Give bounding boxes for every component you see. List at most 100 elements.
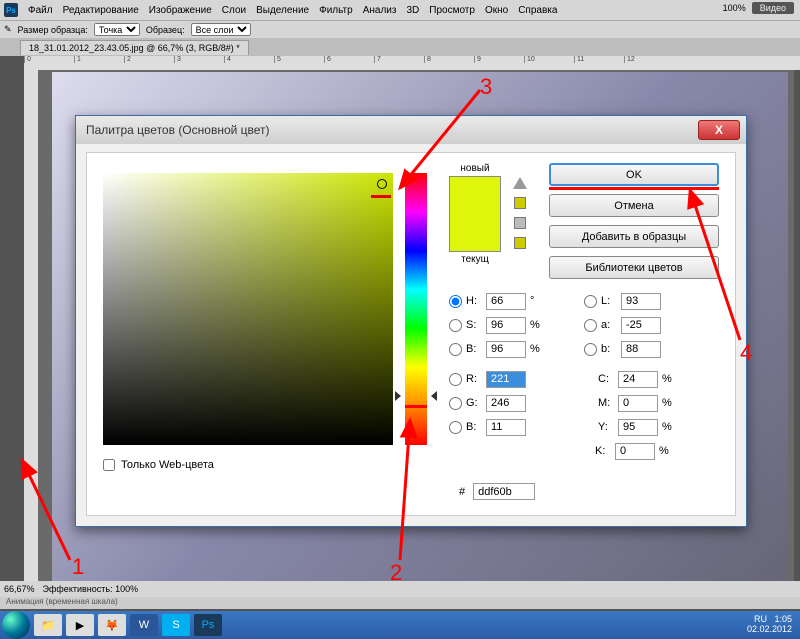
b-label: B: — [466, 343, 486, 355]
hex-label: # — [459, 486, 465, 498]
b-rgb-input[interactable] — [486, 419, 526, 436]
new-color-label: новый — [449, 163, 501, 174]
k-label: K: — [595, 445, 615, 457]
eyedropper-icon: ✎ — [4, 24, 12, 35]
taskbar-skype-icon[interactable]: S — [162, 614, 190, 636]
y-input[interactable] — [618, 419, 658, 436]
photoshop-window: Ps Файл Редактирование Изображение Слои … — [0, 0, 800, 639]
start-button[interactable] — [2, 611, 30, 639]
saturation-value-canvas[interactable] — [103, 173, 393, 445]
menu-3d[interactable]: 3D — [406, 5, 419, 16]
gamut-warning-icon[interactable] — [513, 177, 527, 189]
sv-cursor-icon — [377, 179, 387, 189]
hue-cursor-icon — [399, 391, 433, 401]
h-radio[interactable] — [449, 295, 462, 308]
menu-image[interactable]: Изображение — [149, 5, 212, 16]
color-libraries-button[interactable]: Библиотеки цветов — [549, 256, 719, 279]
opt-size-select[interactable]: Точка — [94, 23, 140, 36]
l-radio[interactable] — [584, 295, 597, 308]
taskbar-word-icon[interactable]: W — [130, 614, 158, 636]
annotation-mark — [405, 405, 427, 408]
s-input[interactable] — [486, 317, 526, 334]
taskbar-photoshop-icon[interactable]: Ps — [194, 614, 222, 636]
l-input[interactable] — [621, 293, 661, 310]
opt-sample-select[interactable]: Все слои — [191, 23, 251, 36]
zoom-value[interactable]: 100% — [723, 3, 746, 13]
dialog-close-button[interactable]: X — [698, 120, 740, 140]
hex-row: # — [459, 483, 535, 500]
menu-analysis[interactable]: Анализ — [363, 5, 397, 16]
ok-button[interactable]: OK — [549, 163, 719, 186]
tray-lang[interactable]: RU — [754, 614, 767, 624]
r-input[interactable] — [486, 371, 526, 388]
h-label: H: — [466, 295, 486, 307]
b-rgb-label: B: — [466, 421, 486, 433]
menu-filter[interactable]: Фильтр — [319, 5, 353, 16]
system-tray[interactable]: RU 1:05 02.02.2012 — [747, 615, 800, 635]
annotation-1: 1 — [72, 554, 84, 580]
menu-view[interactable]: Просмотр — [429, 5, 475, 16]
ruler-vertical — [24, 70, 38, 609]
lab-b-label: b: — [601, 343, 621, 355]
a-label: a: — [601, 319, 621, 331]
k-input[interactable] — [615, 443, 655, 460]
menu-file[interactable]: Файл — [28, 5, 53, 16]
cancel-button[interactable]: Отмена — [549, 194, 719, 217]
r-radio[interactable] — [449, 373, 462, 386]
a-input[interactable] — [621, 317, 661, 334]
web-colors-checkbox[interactable] — [103, 459, 115, 471]
lab-b-radio[interactable] — [584, 343, 597, 356]
lab-b-input[interactable] — [621, 341, 661, 358]
color-value-fields: H: ° L: S: % a: B: % b: R: C:% — [449, 289, 676, 463]
s-label: S: — [466, 319, 486, 331]
g-label: G: — [466, 397, 486, 409]
document-tab[interactable]: 18_31.01.2012_23.43.05.jpg @ 66,7% (3, R… — [20, 40, 249, 55]
options-bar: ✎ Размер образца: Точка Образец: Все сло… — [0, 20, 800, 38]
app-icon: Ps — [4, 3, 18, 17]
websafe-warning-icon[interactable] — [514, 217, 526, 229]
status-efficiency: Эффективность: 100% — [43, 584, 139, 594]
annotation-4: 4 — [740, 340, 752, 366]
web-colors-label: Только Web-цвета — [121, 459, 214, 471]
taskbar-explorer-icon[interactable]: 📁 — [34, 614, 62, 636]
menu-edit[interactable]: Редактирование — [63, 5, 139, 16]
taskbar-wmp-icon[interactable]: ▶ — [66, 614, 94, 636]
dialog-title: Палитра цветов (Основной цвет) — [76, 116, 746, 144]
b-radio[interactable] — [449, 343, 462, 356]
websafe-swatch[interactable] — [514, 237, 526, 249]
b-input[interactable] — [486, 341, 526, 358]
workspace-video[interactable]: Видео — [752, 2, 794, 14]
dialog-body: Только Web-цвета новый текущ OK Отмена Д… — [86, 152, 736, 516]
taskbar-firefox-icon[interactable]: 🦊 — [98, 614, 126, 636]
y-label: Y: — [598, 421, 618, 433]
b-rgb-radio[interactable] — [449, 421, 462, 434]
document-tabs: 18_31.01.2012_23.43.05.jpg @ 66,7% (3, R… — [0, 38, 800, 56]
ruler-horizontal: 0123456789101112 — [24, 56, 800, 70]
color-preview: новый текущ — [449, 163, 501, 265]
tray-time: 1:05 — [774, 614, 792, 624]
c-input[interactable] — [618, 371, 658, 388]
s-radio[interactable] — [449, 319, 462, 332]
m-input[interactable] — [618, 395, 658, 412]
g-input[interactable] — [486, 395, 526, 412]
animation-panel-tab[interactable]: Анимация (временная шкала) — [0, 597, 800, 609]
h-input[interactable] — [486, 293, 526, 310]
l-label: L: — [601, 295, 621, 307]
r-label: R: — [466, 373, 486, 385]
menu-bar: Ps Файл Редактирование Изображение Слои … — [0, 0, 800, 20]
c-label: C: — [598, 373, 618, 385]
menu-layers[interactable]: Слои — [222, 5, 246, 16]
hex-input[interactable] — [473, 483, 535, 500]
gamut-swatch[interactable] — [514, 197, 526, 209]
menu-window[interactable]: Окно — [485, 5, 508, 16]
web-colors-checkbox-row: Только Web-цвета — [103, 459, 214, 471]
annotation-3: 3 — [480, 74, 492, 100]
a-radio[interactable] — [584, 319, 597, 332]
menu-help[interactable]: Справка — [518, 5, 557, 16]
g-radio[interactable] — [449, 397, 462, 410]
menu-select[interactable]: Выделение — [256, 5, 309, 16]
dialog-buttons: OK Отмена Добавить в образцы Библиотеки … — [549, 163, 719, 279]
add-to-swatches-button[interactable]: Добавить в образцы — [549, 225, 719, 248]
status-zoom[interactable]: 66,67% — [4, 584, 35, 594]
preview-swatch[interactable] — [449, 176, 501, 252]
